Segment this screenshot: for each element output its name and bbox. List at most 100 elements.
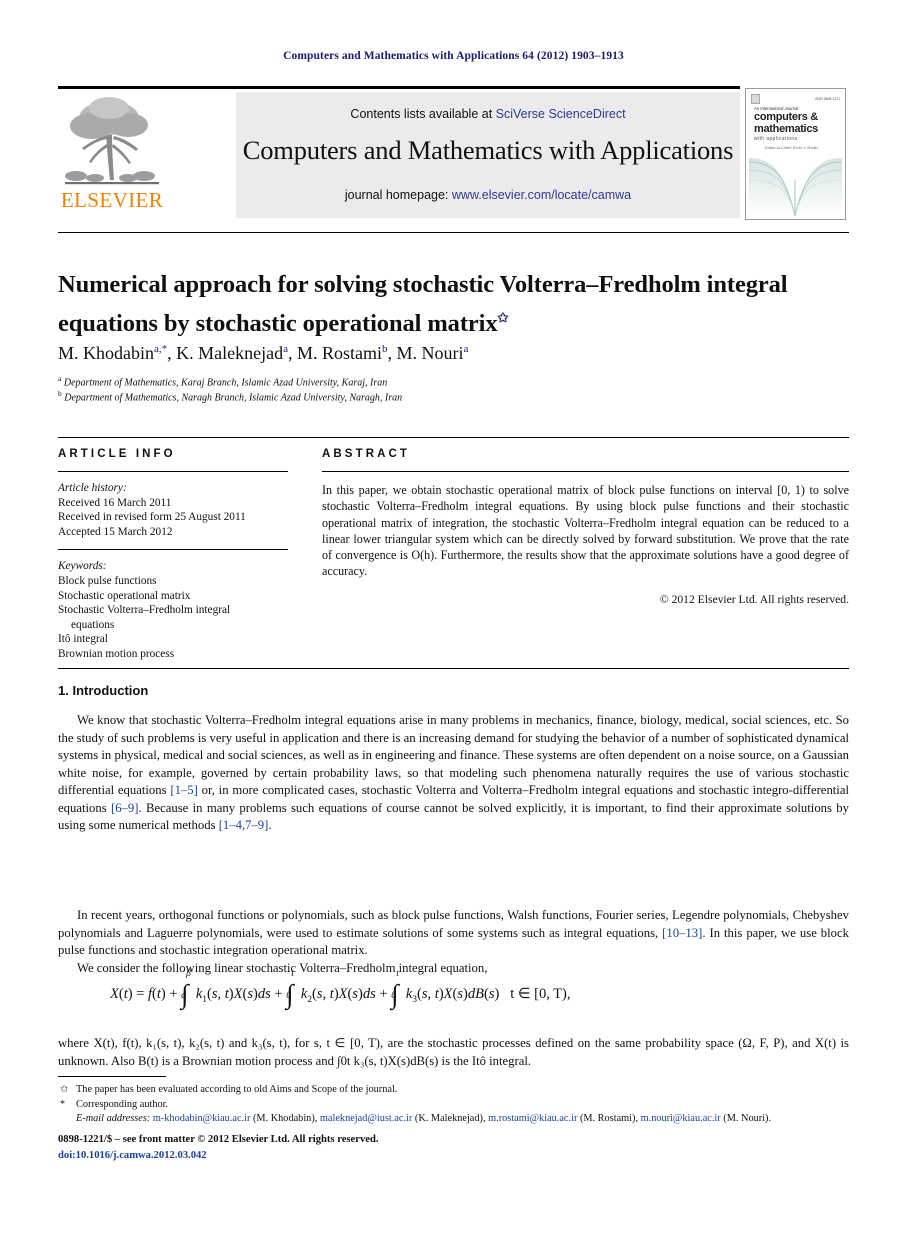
paper-title-text: Numerical approach for solving stochasti… — [58, 271, 788, 338]
affiliation-mark: a — [58, 374, 62, 383]
citation-ref[interactable]: [6–9] — [111, 801, 138, 815]
footnote-asterisk-marker: * — [60, 1098, 65, 1110]
keyword-item: Stochastic operational matrix — [58, 589, 191, 602]
history-item: Received in revised form 25 August 2011 — [58, 511, 246, 524]
email-link[interactable]: m.nouri@kiau.ac.ir — [641, 1113, 721, 1124]
equation-content: X(t) = f(t) + ∫ β α k1(s, t)X(s)ds + ∫ t 0 k… — [110, 969, 571, 1009]
intro-p4-text: where X(t), f(t), k₁(s, t), k₂(s, t) and… — [58, 1036, 849, 1068]
cover-elsevier-mark — [751, 93, 760, 104]
footnote-star-marker: ✩ — [60, 1084, 69, 1095]
keyword-item: Stochastic Volterra–Fredholm integral — [58, 604, 231, 617]
cover-title-line3: with applications — [754, 136, 798, 142]
footnote-star-text: The paper has been evaluated according t… — [76, 1084, 398, 1095]
homepage-prefix: journal homepage: — [344, 188, 452, 202]
journal-header-box: Contents lists available at SciVerse Sci… — [236, 92, 740, 218]
intro-paragraph-2: In recent years, orthogonal functions or… — [58, 907, 849, 960]
info-band-top-rule — [58, 437, 849, 438]
keyword-item: Itô integral — [58, 633, 108, 646]
intro-paragraph-3: We consider the following linear stochas… — [58, 960, 849, 978]
issn-front-matter-line: 0898-1221/$ – see front matter © 2012 El… — [58, 1134, 379, 1145]
author-marks: a — [283, 343, 288, 355]
affiliation-mark: b — [58, 389, 62, 398]
journal-homepage-line: journal homepage: www.elsevier.com/locat… — [236, 188, 740, 202]
info-band-bottom-rule — [58, 668, 849, 669]
footnote-corresponding-text: Corresponding author. — [76, 1098, 169, 1110]
footnote-corresponding: * Corresponding author. — [58, 1098, 849, 1113]
author-name: M. Rostami — [297, 343, 383, 363]
affiliation-text: Department of Mathematics, Karaj Branch,… — [63, 377, 388, 389]
intro-paragraph-4: where X(t), f(t), k₁(s, t), k₂(s, t) and… — [58, 1035, 849, 1070]
author-name: M. Nouri — [396, 343, 464, 363]
author-list: M. Khodabina,*, K. Maleknejada, M. Rosta… — [58, 343, 469, 363]
title-divider — [58, 232, 849, 233]
email-link[interactable]: m-khodabin@kiau.ac.ir — [153, 1113, 251, 1124]
intro-p1-part-c: . Because in many problems such equation… — [58, 800, 849, 833]
journal-title: Computers and Mathematics with Applicati… — [242, 135, 734, 165]
intro-p1-part-d: . — [268, 818, 272, 832]
abstract-text: In this paper, we obtain stochastic oper… — [322, 483, 849, 579]
article-history-label: Article history: — [58, 482, 127, 494]
elsevier-logo: ELSEVIER — [58, 92, 166, 218]
abstract-rule — [322, 471, 849, 472]
email-owner: (M. Khodabin) — [252, 1113, 315, 1125]
abstract-copyright: © 2012 Elsevier Ltd. All rights reserved… — [659, 592, 849, 606]
page-title: Numerical approach for solving stochasti… — [58, 268, 848, 340]
doi-link[interactable]: doi:10.1016/j.camwa.2012.03.042 — [58, 1150, 207, 1161]
article-info-rule — [58, 471, 288, 472]
title-footnote-marker: ✩ — [497, 310, 509, 326]
cover-top-bar: ISSN 0898-1221 — [751, 93, 840, 104]
citation-ref[interactable]: [1–4,7–9] — [219, 818, 269, 832]
running-head: Computers and Mathematics with Applicati… — [283, 50, 624, 62]
citation-ref[interactable]: [10–13] — [662, 926, 702, 940]
author-marks: b — [382, 343, 388, 355]
email-link[interactable]: maleknejad@iust.ac.ir — [320, 1113, 412, 1124]
cover-title-line1: computers & — [754, 111, 818, 123]
author-marks: a — [463, 343, 469, 355]
journal-homepage-link[interactable]: www.elsevier.com/locate/camwa — [452, 188, 631, 202]
cover-title-line2: mathematics — [754, 123, 818, 135]
footnote-emails: E-mail addresses: m-khodabin@kiau.ac.ir … — [76, 1113, 772, 1125]
cover-top-text: ISSN 0898-1221 — [814, 96, 840, 101]
section-heading-introduction: 1. Introduction — [58, 683, 149, 698]
keyword-item: Block pulse functions — [58, 574, 157, 587]
keyword-item-continuation: equations — [71, 618, 115, 631]
elsevier-wordmark: ELSEVIER — [60, 188, 164, 212]
article-page: Computers and Mathematics with Applicati… — [0, 0, 907, 1238]
email-owner: (M. Rostami) — [579, 1113, 636, 1125]
equation-domain: t ∈ [0, T), — [510, 986, 571, 1002]
article-history-block: Article history: Received 16 March 2011 … — [58, 481, 288, 539]
keywords-block: Keywords: Block pulse functions Stochast… — [58, 559, 288, 661]
history-item: Accepted 15 March 2012 — [58, 525, 173, 538]
keywords-divider — [58, 549, 288, 551]
affiliation-b: b Department of Mathematics, Naragh Bran… — [58, 389, 848, 403]
journal-cover-thumbnail: ISSN 0898-1221 An International Journal … — [745, 88, 846, 220]
affiliation-a: a Department of Mathematics, Karaj Branc… — [58, 374, 848, 388]
author-name: K. Maleknejad — [176, 343, 284, 363]
abstract-column: ABSTRACT In this paper, we obtain stocha… — [322, 448, 849, 606]
email-label: E-mail addresses: — [76, 1113, 151, 1125]
footnotes-block: ✩ The paper has been evaluated according… — [58, 1083, 849, 1127]
email-owner: (K. Maleknejad) — [414, 1113, 483, 1125]
contents-prefix: Contents lists available at — [350, 107, 496, 121]
affiliation-text: Department of Mathematics, Naragh Branch… — [64, 392, 403, 404]
keywords-label: Keywords: — [58, 560, 107, 573]
email-owner: (M. Nouri). — [723, 1113, 772, 1125]
article-info-heading: ARTICLE INFO — [58, 448, 176, 460]
abstract-heading: ABSTRACT — [322, 448, 411, 460]
cover-funnel-graphic — [749, 150, 842, 216]
history-item: Received 16 March 2011 — [58, 496, 172, 509]
keyword-item: Brownian motion process — [58, 647, 175, 660]
contents-available-line: Contents lists available at SciVerse Sci… — [236, 107, 740, 121]
author-name: M. Khodabin — [58, 343, 154, 363]
journal-masthead: ELSEVIER Contents lists available at Sci… — [58, 86, 849, 220]
email-link[interactable]: m.rostami@kiau.ac.ir — [488, 1113, 577, 1124]
article-info-column: ARTICLE INFO Article history: Received 1… — [58, 448, 288, 662]
intro-paragraph-1: We know that stochastic Volterra–Fredhol… — [58, 712, 849, 835]
elsevier-tree-icon — [65, 97, 159, 185]
display-equation: X(t) = f(t) + ∫ β α k1(s, t)X(s)ds + ∫ t 0 k… — [58, 969, 849, 1009]
footnote-star: ✩ The paper has been evaluated according… — [58, 1083, 849, 1098]
intro-p3-text: We consider the following linear stochas… — [77, 961, 488, 975]
author-marks: a,* — [154, 343, 168, 355]
citation-ref[interactable]: [1–5] — [170, 783, 197, 797]
sciencedirect-link[interactable]: SciVerse ScienceDirect — [496, 107, 626, 121]
